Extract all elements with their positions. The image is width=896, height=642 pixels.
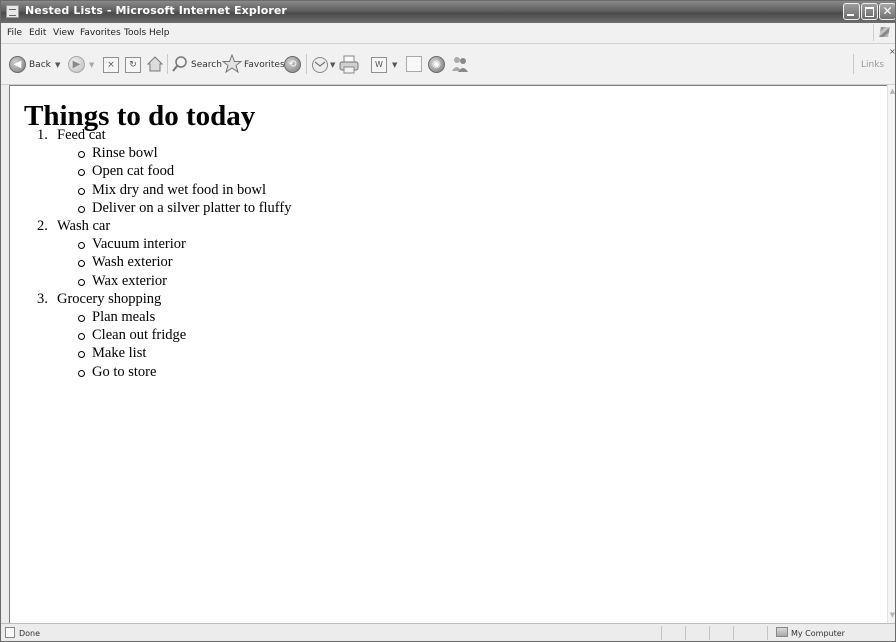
task-label: Grocery shopping xyxy=(57,290,162,307)
menu-help[interactable]: Help xyxy=(149,28,170,38)
favorites-star-icon[interactable] xyxy=(221,53,243,74)
toolbar-divider xyxy=(306,54,307,74)
subtask-item: Wax exterior xyxy=(57,272,291,290)
messenger-icon[interactable] xyxy=(450,55,470,73)
stop-icon[interactable]: × xyxy=(103,57,119,73)
back-dropdown-icon[interactable]: ▼ xyxy=(55,61,60,69)
search-label[interactable]: Search xyxy=(191,60,222,70)
task-number: 1. xyxy=(37,127,48,143)
print-icon[interactable] xyxy=(339,55,359,74)
status-page-icon xyxy=(5,627,15,638)
subtask-list: Vacuum interior Wash exterior Wax exterior xyxy=(57,235,291,290)
status-divider xyxy=(685,626,686,640)
back-label[interactable]: Back xyxy=(29,60,51,70)
menu-bar: File Edit View Favorites Tools Help xyxy=(1,23,895,44)
minimize-button[interactable] xyxy=(843,3,860,20)
discuss-icon[interactable] xyxy=(406,56,422,72)
subtask-item: Rinse bowl xyxy=(57,144,291,162)
subtask-item: Clean out fridge xyxy=(57,326,291,344)
subtask-item: Deliver on a silver platter to fluffy xyxy=(57,199,291,217)
edit-dropdown-icon[interactable]: ▼ xyxy=(392,61,397,69)
title-bar[interactable]: Nested Lists - Microsoft Internet Explor… xyxy=(1,1,895,23)
close-button[interactable]: ✕ xyxy=(879,3,895,20)
mail-dropdown-icon[interactable]: ▼ xyxy=(330,61,335,69)
toolbar-divider xyxy=(853,54,854,74)
subtask-item: Make list xyxy=(57,344,291,362)
menu-file[interactable]: File xyxy=(7,28,22,38)
window-title: Nested Lists - Microsoft Internet Explor… xyxy=(25,4,287,17)
forward-arrow-icon[interactable]: ▶ xyxy=(68,56,85,73)
windows-flag-icon xyxy=(873,24,894,41)
security-zone: My Computer xyxy=(791,629,845,638)
todo-list: 1. Feed cat Rinse bowl Open cat food Mix dry… xyxy=(10,126,291,381)
links-close-icon[interactable]: × xyxy=(889,47,895,56)
subtask-item: Wash exterior xyxy=(57,253,291,271)
vertical-scrollbar[interactable]: ▲ ▼ xyxy=(887,85,895,623)
scroll-up-icon[interactable]: ▲ xyxy=(889,87,895,96)
scroll-down-icon[interactable]: ▼ xyxy=(889,611,895,620)
status-text: Done xyxy=(19,629,41,638)
task-label: Feed cat xyxy=(57,127,106,143)
refresh-icon[interactable]: ↻ xyxy=(125,57,141,73)
page-icon xyxy=(6,5,19,18)
subtask-item: Plan meals xyxy=(57,308,291,326)
subtask-list: Rinse bowl Open cat food Mix dry and wet f… xyxy=(57,144,291,217)
status-divider xyxy=(767,626,768,640)
research-icon[interactable]: ◉ xyxy=(428,56,445,73)
subtask-item: Go to store xyxy=(57,363,291,381)
menu-tools[interactable]: Tools xyxy=(124,28,146,38)
menu-favorites[interactable]: Favorites xyxy=(80,28,121,38)
mail-icon[interactable] xyxy=(311,56,329,74)
search-icon[interactable] xyxy=(171,55,189,73)
back-arrow-icon[interactable]: ◀ xyxy=(9,56,26,73)
forward-dropdown-icon[interactable]: ▼ xyxy=(89,61,94,69)
history-icon[interactable]: ⟲ xyxy=(284,56,301,73)
edit-icon[interactable]: W xyxy=(371,57,387,73)
subtask-item: Vacuum interior xyxy=(57,235,291,253)
home-icon[interactable] xyxy=(146,55,164,73)
browser-window: Nested Lists - Microsoft Internet Explor… xyxy=(0,0,896,642)
task-item: 1. Feed cat Rinse bowl Open cat food Mix dry… xyxy=(10,126,291,217)
page-viewport: Things to do today 1. Feed cat Rinse bowl O… xyxy=(9,85,887,623)
status-divider xyxy=(661,626,662,640)
subtask-item: Mix dry and wet food in bowl xyxy=(57,181,291,199)
menu-view[interactable]: View xyxy=(53,28,74,38)
task-item: 3. Grocery shopping Plan meals Clean out fr… xyxy=(10,290,291,381)
maximize-button[interactable] xyxy=(861,3,878,20)
status-divider xyxy=(709,626,710,640)
standard-toolbar: ◀ Back ▼ ▶ ▼ × ↻ Search Favorites ⟲ ▼ W … xyxy=(1,44,895,85)
task-number: 2. xyxy=(37,218,48,235)
favorites-label[interactable]: Favorites xyxy=(244,60,285,70)
task-item: 2. Wash car Vacuum interior Wash exterior Wa… xyxy=(10,217,291,290)
task-number: 3. xyxy=(37,290,48,307)
links-label[interactable]: Links xyxy=(861,60,884,70)
task-label: Wash car xyxy=(57,218,111,235)
subtask-item: Open cat food xyxy=(57,162,291,180)
computer-zone-icon xyxy=(776,627,788,637)
menu-edit[interactable]: Edit xyxy=(29,28,46,38)
status-divider xyxy=(733,626,734,640)
toolbar-divider xyxy=(167,54,168,74)
subtask-list: Plan meals Clean out fridge Make list Go to… xyxy=(57,308,291,381)
status-bar: Done My Computer xyxy=(1,623,895,641)
